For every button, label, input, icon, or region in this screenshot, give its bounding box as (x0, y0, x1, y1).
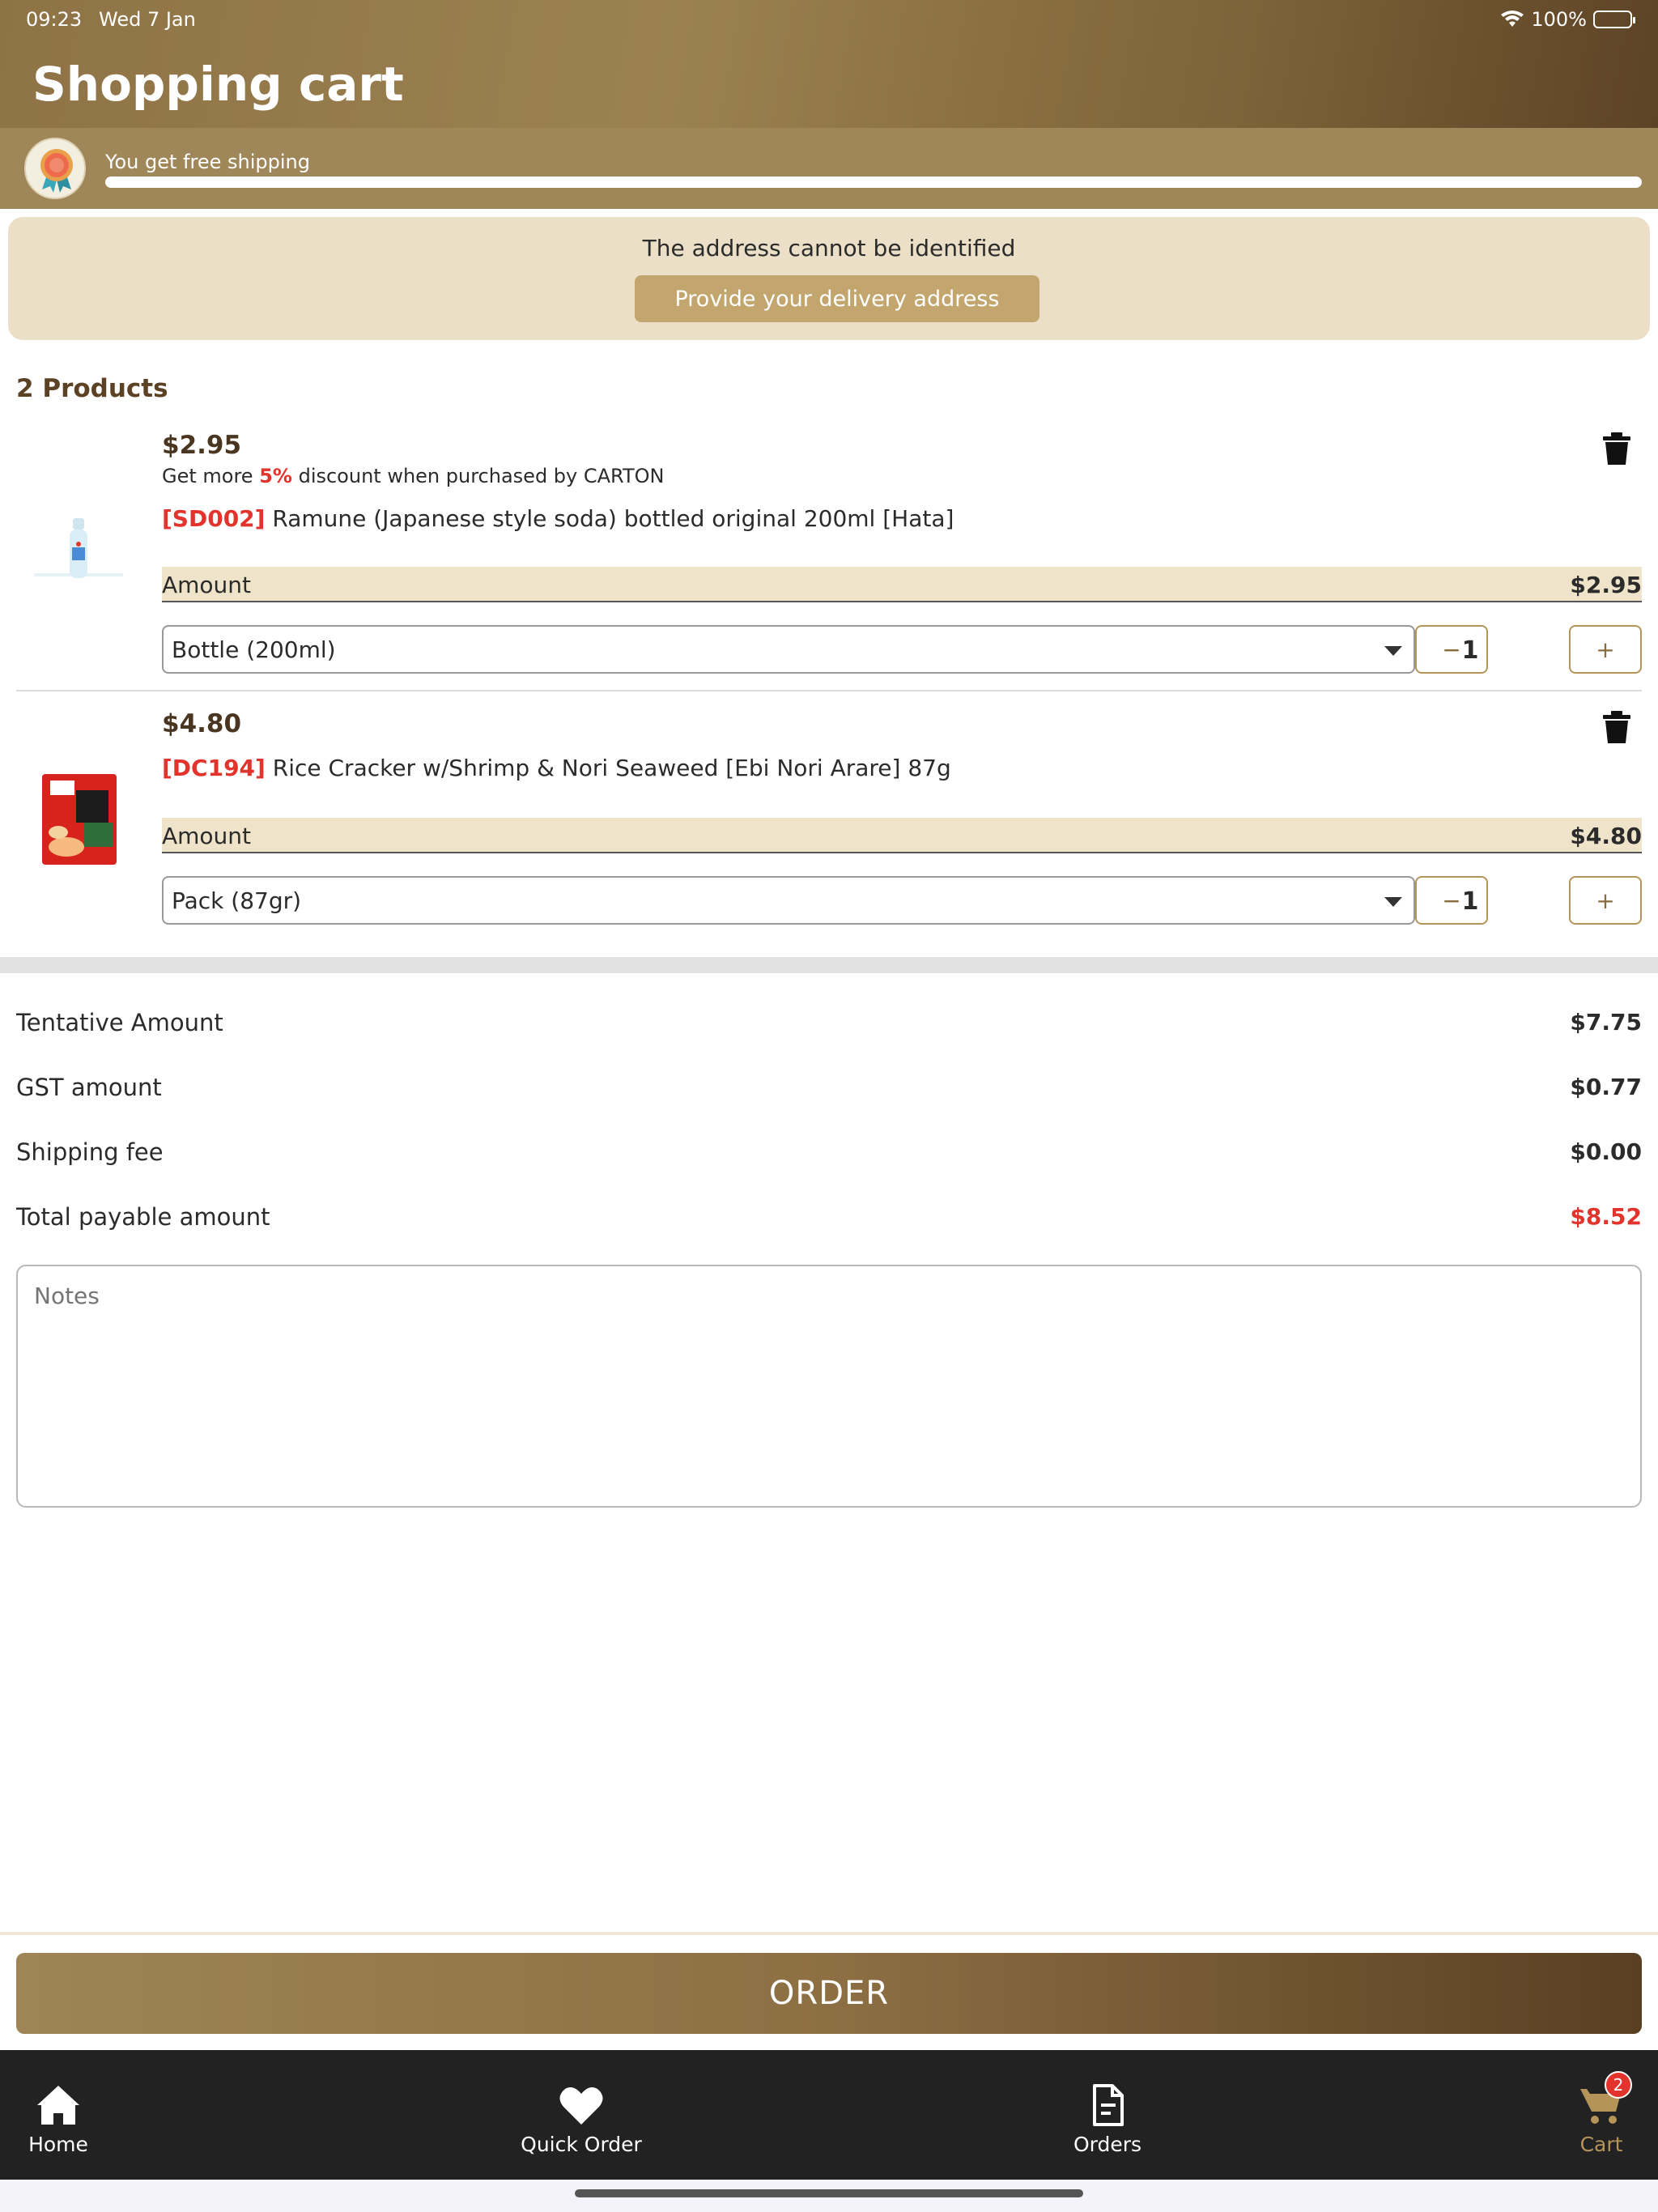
gst-amount-label: GST amount (16, 1074, 162, 1101)
shipping-fee-label: Shipping fee (16, 1138, 164, 1166)
total-payable-label: Total payable amount (16, 1203, 270, 1231)
caret-down-icon (1384, 646, 1402, 656)
product-image (26, 766, 131, 871)
header: 09:23 Wed 7 Jan 100% Shopping cart You g… (0, 0, 1658, 209)
amount-value: $4.80 (1570, 823, 1642, 849)
increase-quantity-button[interactable]: + (1569, 625, 1642, 674)
unit-select-value: Bottle (200ml) (172, 636, 336, 663)
product-price: $4.80 (162, 709, 242, 738)
shipping-fee-row: Shipping fee $0.00 (16, 1138, 1642, 1171)
amount-row: Amount $2.95 (162, 567, 1642, 602)
home-indicator[interactable] (575, 2189, 1083, 2197)
bottom-nav: Home Quick Order Orders 2 Cart (0, 2050, 1658, 2180)
section-divider (0, 957, 1658, 973)
product-code: [SD002] (162, 505, 266, 532)
document-icon (1093, 2084, 1124, 2126)
page-title: Shopping cart (32, 57, 404, 112)
product-name: [SD002] Ramune (Japanese style soda) bot… (162, 505, 954, 532)
free-shipping-text: You get free shipping (105, 151, 310, 173)
unit-select-value: Pack (87gr) (172, 887, 302, 914)
quantity-value: 1 (1461, 636, 1479, 665)
nav-orders[interactable]: Orders (1065, 2050, 1150, 2180)
cart-badge: 2 (1605, 2071, 1632, 2099)
nav-orders-label: Orders (1073, 2133, 1142, 2156)
unit-select[interactable]: Bottle (200ml) (162, 625, 1415, 674)
gst-amount-value: $0.77 (1570, 1074, 1642, 1100)
heart-icon (559, 2087, 603, 2125)
status-bar: 09:23 Wed 7 Jan 100% (0, 0, 1658, 40)
item-divider (16, 690, 1642, 691)
product-price: $2.95 (162, 431, 242, 460)
nav-home-label: Home (28, 2133, 88, 2156)
address-warning-text: The address cannot be identified (642, 235, 1016, 262)
shipping-progress-fill (105, 177, 1642, 188)
shipping-fee-value: $0.00 (1570, 1138, 1642, 1165)
order-button[interactable]: ORDER (16, 1953, 1642, 2034)
status-date: Wed 7 Jan (99, 8, 196, 31)
status-right: 100% (1500, 8, 1635, 31)
amount-value: $2.95 (1570, 572, 1642, 598)
amount-row: Amount $4.80 (162, 818, 1642, 853)
medal-icon (24, 138, 86, 199)
quantity-value: 1 (1461, 887, 1479, 916)
products-count: 2 Products (16, 374, 168, 403)
gst-amount-row: GST amount $0.77 (16, 1074, 1642, 1106)
nav-cart-label: Cart (1579, 2133, 1623, 2156)
unit-select[interactable]: Pack (87gr) (162, 876, 1415, 925)
battery-percent: 100% (1531, 8, 1587, 31)
amount-label: Amount (162, 823, 252, 849)
product-name: [DC194] Rice Cracker w/Shrimp & Nori Sea… (162, 755, 951, 781)
total-payable-value: $8.52 (1570, 1203, 1642, 1230)
home-indicator-area (0, 2180, 1658, 2212)
carton-discount-text: Get more 5% discount when purchased by C… (162, 465, 665, 487)
caret-down-icon (1384, 897, 1402, 907)
nav-quick-order[interactable]: Quick Order (510, 2050, 653, 2180)
total-payable-row: Total payable amount $8.52 (16, 1203, 1642, 1236)
cart-item-sd002: $2.95 Get more 5% discount when purchase… (16, 421, 1642, 688)
increase-quantity-button[interactable]: + (1569, 876, 1642, 925)
cart-icon-wrapper: 2 (1579, 2071, 1632, 2128)
wifi-icon (1501, 11, 1524, 27)
tentative-amount-value: $7.75 (1570, 1009, 1642, 1036)
nav-cart[interactable]: 2 Cart (1562, 2050, 1640, 2180)
tentative-amount-row: Tentative Amount $7.75 (16, 1009, 1642, 1041)
tentative-amount-label: Tentative Amount (16, 1009, 223, 1036)
shipping-progress-bar (105, 177, 1642, 188)
product-image (26, 502, 131, 607)
product-code: [DC194] (162, 755, 266, 781)
cart-item-dc194: $4.80 [DC194] Rice Cracker w/Shrimp & No… (16, 701, 1642, 944)
free-shipping-banner: You get free shipping (0, 128, 1658, 209)
amount-label: Amount (162, 572, 252, 598)
provide-address-button[interactable]: Provide your delivery address (635, 275, 1039, 322)
order-divider (0, 1932, 1658, 1935)
notes-input[interactable] (16, 1265, 1642, 1508)
trash-icon[interactable] (1603, 432, 1630, 465)
battery-icon (1593, 11, 1635, 28)
home-icon (37, 2086, 79, 2125)
nav-quick-order-label: Quick Order (521, 2133, 642, 2156)
address-warning: The address cannot be identified Provide… (8, 217, 1650, 340)
nav-home[interactable]: Home (18, 2050, 99, 2180)
status-time: 09:23 (26, 8, 83, 31)
trash-icon[interactable] (1603, 711, 1630, 743)
